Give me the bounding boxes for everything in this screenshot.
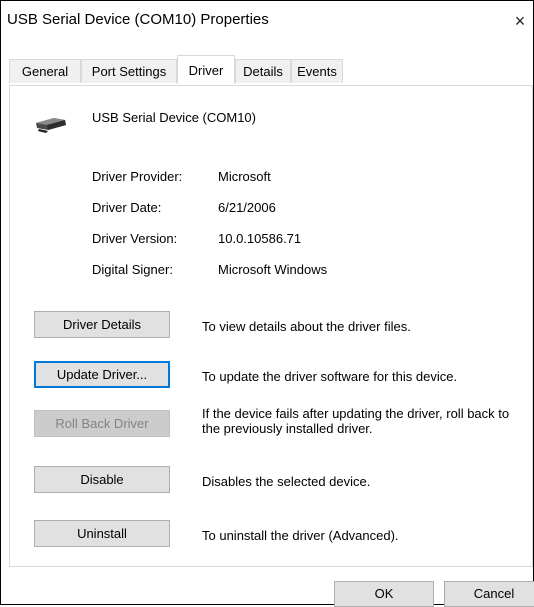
driver-version-value: 10.0.10586.71 [218,231,302,246]
disable-description: Disables the selected device. [202,474,371,489]
uninstall-button[interactable]: Uninstall [34,520,170,547]
tab-details[interactable]: Details [235,59,291,83]
driver-provider-label: Driver Provider: [92,169,183,184]
tab-port-settings[interactable]: Port Settings [81,59,177,83]
update-driver-description: To update the driver software for this d… [202,369,458,384]
properties-dialog: USB Serial Device (COM10) Properties × G… [0,0,534,607]
driver-provider-value: Microsoft [218,169,271,184]
driver-version-label: Driver Version: [92,231,178,246]
close-icon[interactable]: × [507,7,533,35]
roll-back-driver-button: Roll Back Driver [34,410,170,437]
driver-date-label: Driver Date: [92,200,162,215]
update-driver-button[interactable]: Update Driver... [34,361,170,388]
tab-events[interactable]: Events [291,59,343,83]
digital-signer-value: Microsoft Windows [218,262,328,277]
tab-general[interactable]: General [9,59,81,83]
usb-serial-device-icon [36,118,66,133]
title-bar[interactable]: USB Serial Device (COM10) Properties × [1,1,533,41]
driver-details-button[interactable]: Driver Details [34,311,170,338]
disable-button[interactable]: Disable [34,466,170,493]
tab-driver[interactable]: Driver [177,55,235,84]
driver-date-value: 6/21/2006 [218,200,276,215]
digital-signer-label: Digital Signer: [92,262,173,277]
ok-button[interactable]: OK [334,581,434,607]
roll-back-driver-description: If the device fails after updating the d… [202,406,510,436]
window-title: USB Serial Device (COM10) Properties [7,11,269,28]
cancel-button[interactable]: Cancel [444,581,534,607]
driver-details-description: To view details about the driver files. [202,319,411,334]
device-name: USB Serial Device (COM10) [92,110,256,125]
uninstall-description: To uninstall the driver (Advanced). [202,528,399,543]
